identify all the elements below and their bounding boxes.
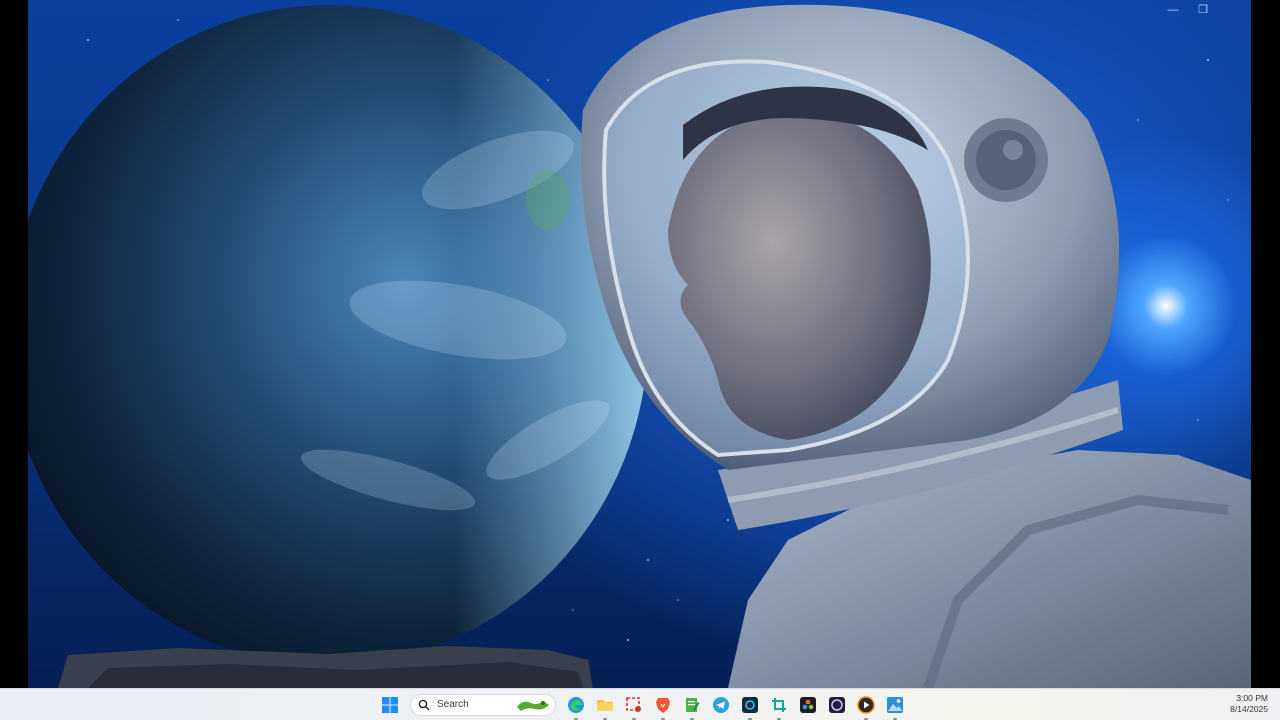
running-indicator [661,717,665,720]
start-button[interactable] [378,693,402,717]
taskbar-edge[interactable] [564,693,588,720]
taskbar-notepad[interactable] [680,693,704,720]
taskbar-brave[interactable] [651,693,675,720]
running-indicator [603,717,607,720]
taskbar-capture-app[interactable] [767,693,791,720]
image-viewer: — ❐ [28,0,1251,688]
clock-date: 8/14/2025 [1230,704,1268,714]
folder-icon [597,699,613,711]
snipping-tool-icon [626,696,641,712]
taskbar-search-box[interactable]: Search [410,693,556,716]
running-indicator [632,717,636,720]
taskbar-davinci-resolve[interactable] [796,693,820,717]
clock-time: 3:00 PM [1236,693,1268,703]
taskbar-apps: Search [378,689,907,720]
crop-icon [771,696,787,713]
photos-icon [887,696,903,713]
windows-logo-icon [382,696,398,713]
edge-icon [568,696,584,713]
notepad-icon [686,697,700,712]
running-indicator [864,717,868,720]
taskbar: Search 3:00 PM 8/14/2025 [0,688,1280,720]
search-label: Search [437,699,469,710]
obs-icon [829,696,845,713]
taskbar-file-explorer[interactable] [593,693,617,720]
search-highlight-icon [517,700,549,711]
minimize-button[interactable]: — [1165,2,1181,18]
system-clock[interactable]: 3:00 PM 8/14/2025 [1230,693,1268,715]
brave-lion-icon [656,697,670,713]
running-indicator [777,717,781,720]
taskbar-camera-app[interactable] [738,693,762,720]
camera-icon [742,696,758,713]
search-icon [418,699,430,710]
restore-button[interactable]: ❐ [1195,2,1211,18]
taskbar-photos[interactable] [883,693,907,720]
letterbox-right [1251,0,1280,688]
running-indicator [574,717,578,720]
taskbar-media-player[interactable] [854,693,878,720]
taskbar-obs[interactable] [825,693,849,717]
telegram-icon [713,696,729,713]
taskbar-telegram[interactable] [709,693,733,717]
resolve-icon [800,696,816,713]
running-indicator [893,717,897,720]
taskbar-snipping-tool[interactable] [622,693,646,720]
window-controls: — ❐ [1165,2,1211,18]
letterbox-left [0,0,28,688]
desktop-screen: — ❐ Search 3:00 PM 8/14/2025 [0,0,1280,720]
running-indicator [690,717,694,720]
play-icon [857,695,875,714]
running-indicator [748,717,752,720]
astronaut-earth-image [28,4,1251,688]
